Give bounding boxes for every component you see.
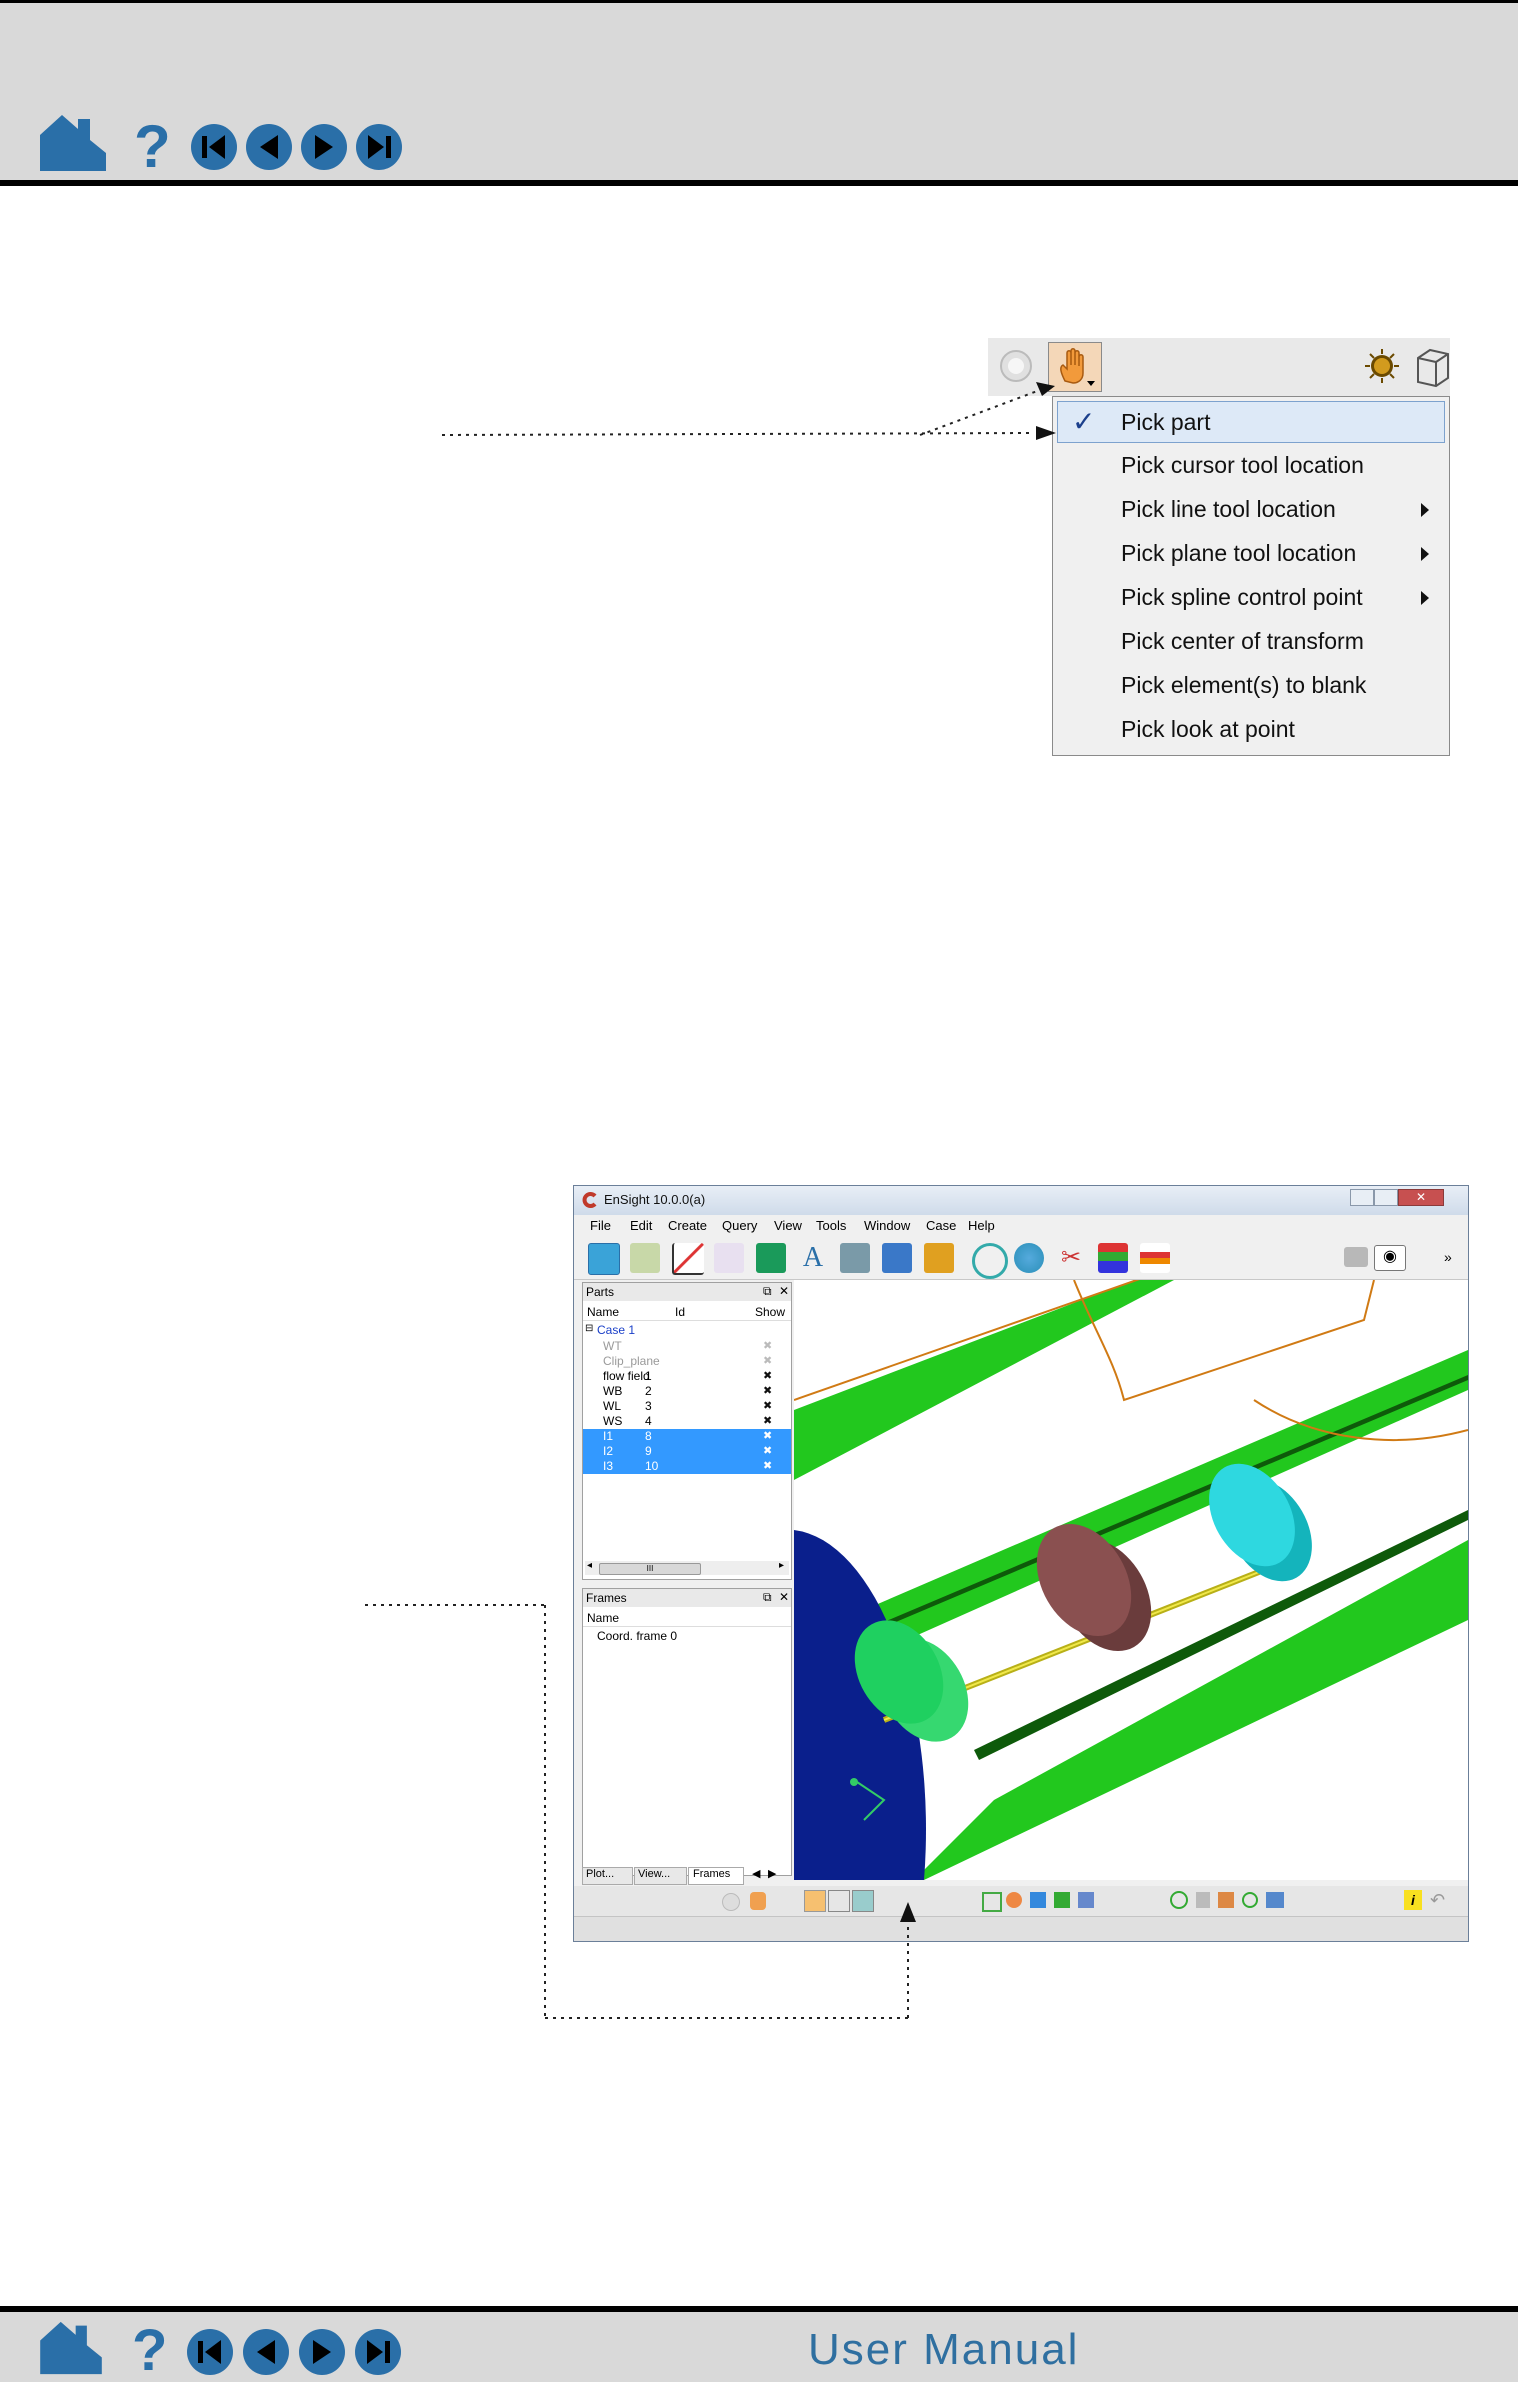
plot-icon[interactable] [672, 1243, 704, 1275]
menu-file[interactable]: File [590, 1218, 611, 1233]
menu-bar: File Edit Create Query View Tools Window… [574, 1215, 1468, 1237]
part-id: 8 [645, 1429, 652, 1443]
part-row[interactable]: WT ✖ [583, 1339, 791, 1354]
viewport-icon[interactable] [756, 1243, 786, 1273]
last-page-icon[interactable] [354, 2328, 402, 2376]
part-name: WB [603, 1384, 623, 1398]
ensight-logo-icon [582, 1192, 598, 1208]
parts-table-header: Name Id Show [583, 1305, 791, 1321]
minimize-button[interactable] [1350, 1189, 1374, 1206]
parts-panel-title: Parts [586, 1285, 615, 1299]
part-id: 10 [645, 1459, 659, 1473]
menu-edit[interactable]: Edit [630, 1218, 652, 1233]
part-name: Clip_plane [603, 1354, 660, 1368]
part-name: WS [603, 1414, 623, 1428]
part-row[interactable]: WL 3 ✖ [583, 1399, 791, 1414]
menu-case[interactable]: Case [926, 1218, 956, 1233]
annotation-icon[interactable]: A [798, 1243, 828, 1273]
help-icon[interactable]: ? [128, 2318, 172, 2383]
visibility-toggle-icon[interactable]: ✖ [763, 1399, 772, 1412]
part-row[interactable]: I3 10 ✖ [583, 1459, 791, 1474]
part-name: I3 [603, 1459, 614, 1473]
part-name: I1 [603, 1429, 614, 1443]
window-titlebar: EnSight 10.0.0(a) ✕ [574, 1186, 1468, 1215]
svg-text:?: ? [132, 2320, 167, 2378]
part-id: 1 [645, 1369, 652, 1383]
part-name: flow field [603, 1369, 650, 1383]
main-toolbar: A ✂ ◉ » [574, 1237, 1468, 1280]
menu-query[interactable]: Query [722, 1218, 757, 1233]
menu-create[interactable]: Create [668, 1218, 707, 1233]
menu-help[interactable]: Help [968, 1218, 995, 1233]
first-page-icon[interactable] [186, 2328, 234, 2376]
scissors-icon[interactable]: ✂ [1056, 1243, 1086, 1273]
drops-icon[interactable] [1014, 1243, 1044, 1273]
toolbox-icon[interactable] [924, 1243, 954, 1273]
footer-bar: ? User Manual [0, 2306, 1518, 2383]
menu-view[interactable]: View [774, 1218, 802, 1233]
visibility-toggle-icon[interactable]: ✖ [763, 1354, 772, 1367]
query-icon[interactable] [714, 1243, 744, 1273]
part-row[interactable]: I1 8 ✖ [583, 1429, 791, 1444]
case-label: Case 1 [597, 1323, 636, 1337]
callout-lines-top [441, 382, 1056, 440]
visibility-toggle-icon[interactable]: ✖ [763, 1414, 772, 1427]
column-name[interactable]: Name [587, 1305, 619, 1319]
clapper-icon[interactable] [882, 1243, 912, 1273]
column-id[interactable]: Id [675, 1305, 685, 1319]
overflow-icon[interactable]: » [1444, 1249, 1452, 1265]
close-button[interactable]: ✕ [1398, 1189, 1444, 1206]
isosurface-icon[interactable] [972, 1243, 1008, 1279]
tree-row-case[interactable]: ⊟ Case 1 [583, 1323, 791, 1338]
visibility-toggle-icon[interactable]: ✖ [763, 1339, 772, 1352]
part-row[interactable]: WB 2 ✖ [583, 1384, 791, 1399]
menu-window[interactable]: Window [864, 1218, 910, 1233]
part-id: 2 [645, 1384, 652, 1398]
visibility-toggle-icon[interactable]: ✖ [763, 1444, 772, 1457]
next-page-icon[interactable] [298, 2328, 346, 2376]
part-row[interactable]: WS 4 ✖ [583, 1414, 791, 1429]
maximize-button[interactable] [1374, 1189, 1398, 1206]
callout-lines-bottom [365, 1604, 916, 2019]
part-id: 3 [645, 1399, 652, 1413]
visibility-toggle-icon[interactable]: ✖ [763, 1369, 772, 1382]
float-icon[interactable]: ⧉ [763, 1284, 772, 1299]
layout-icon[interactable] [1344, 1247, 1368, 1267]
window-title: EnSight 10.0.0(a) [604, 1192, 706, 1207]
book-icon[interactable] [840, 1243, 870, 1273]
visibility-toggle-icon[interactable]: ✖ [763, 1429, 772, 1442]
elevate-icon[interactable] [1140, 1243, 1170, 1273]
part-row[interactable]: I2 9 ✖ [583, 1444, 791, 1459]
menu-tools[interactable]: Tools [816, 1218, 846, 1233]
visibility-toggle-icon[interactable]: ✖ [763, 1459, 772, 1472]
part-name: WL [603, 1399, 621, 1413]
visibility-toggle-icon[interactable]: ✖ [763, 1384, 772, 1397]
eye-icon[interactable]: ◉ [1374, 1245, 1406, 1271]
part-row[interactable]: Clip_plane ✖ [583, 1354, 791, 1369]
vectors-icon[interactable] [1098, 1243, 1128, 1273]
parts-icon[interactable] [588, 1243, 620, 1275]
table-icon[interactable] [630, 1243, 660, 1273]
part-name: I2 [603, 1444, 614, 1458]
previous-page-icon[interactable] [242, 2328, 290, 2376]
part-row[interactable]: flow field 1 ✖ [583, 1369, 791, 1384]
parts-panel: Parts ⧉ ✕ Name Id Show ⊟ Case 1 WT ✖ Clip_… [582, 1282, 792, 1580]
part-id: 9 [645, 1444, 652, 1458]
part-name: WT [603, 1339, 622, 1353]
parts-panel-header: Parts ⧉ ✕ [583, 1283, 791, 1301]
close-icon[interactable]: ✕ [779, 1284, 789, 1298]
part-id: 4 [645, 1414, 652, 1428]
home-icon[interactable] [38, 2320, 104, 2376]
collapse-icon[interactable]: ⊟ [585, 1323, 593, 1334]
column-show[interactable]: Show [755, 1305, 785, 1319]
footer-title: User Manual [808, 2325, 1080, 2374]
